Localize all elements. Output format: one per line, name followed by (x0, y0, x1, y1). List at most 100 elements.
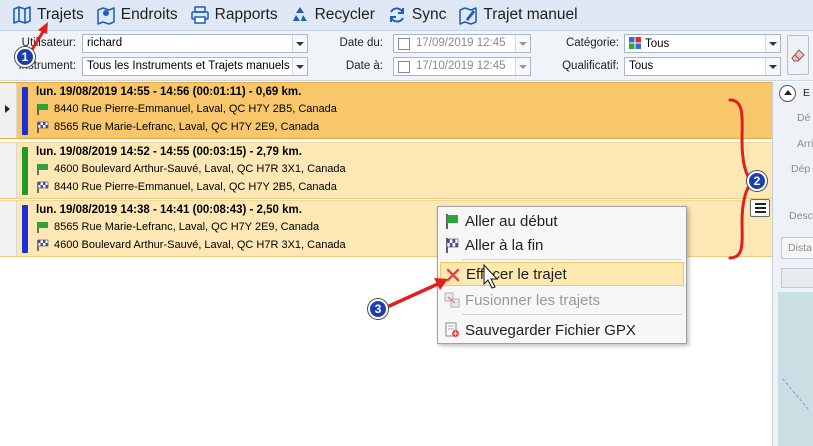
trajet-manuel-button[interactable]: Trajet manuel (456, 2, 583, 28)
menu-item-label: Sauvegarder Fichier GPX (465, 321, 636, 339)
trip-header: lun. 19/08/2019 14:52 - 14:55 (00:03:15)… (36, 146, 302, 158)
user-select-value: richard (87, 37, 123, 49)
distance-field[interactable]: Dista (781, 237, 813, 259)
recycle-icon (290, 5, 310, 25)
menu-item-delete-trip[interactable]: Effacer le trajet (440, 262, 684, 286)
map-view[interactable] (778, 292, 813, 446)
menu-separator (462, 314, 682, 315)
date-to-field[interactable]: 17/10/2019 12:45 (393, 57, 531, 76)
user-label: Utilisateur: (21, 37, 76, 49)
filter-panel: Utilisateur: richard Instrument: Tous le… (0, 31, 813, 81)
delete-icon (446, 268, 460, 282)
end-address-text: 4600 Boulevard Arthur-Sauvé, Laval, QC H… (54, 239, 346, 251)
annotation-badge-1: 1 (15, 47, 35, 67)
date-from-value: 17/09/2019 12:45 (416, 37, 506, 49)
chevron-down-icon[interactable] (515, 35, 530, 52)
chevron-down-icon[interactable] (765, 35, 780, 52)
detail-departure-group-label: Dép (791, 163, 811, 175)
qualifier-label: Qualificatif: (562, 60, 619, 72)
trip-menu-button[interactable] (750, 199, 770, 217)
date-from-label: Date du: (339, 37, 383, 49)
row-selector[interactable] (0, 83, 17, 138)
date-to-value: 17/10/2019 12:45 (416, 60, 506, 72)
date-from-checkbox[interactable] (398, 38, 410, 50)
main-toolbar: Trajets Endroits Rapports Recycler Sync (0, 0, 813, 31)
recycler-button[interactable]: Recycler (288, 2, 381, 28)
trip-header: lun. 19/08/2019 14:55 - 14:56 (00:01:11)… (36, 86, 302, 98)
sync-label: Sync (411, 6, 447, 23)
trajets-button[interactable]: Trajets (10, 2, 90, 28)
annotation-badge-2: 2 (747, 171, 767, 191)
chevron-down-icon[interactable] (765, 58, 780, 75)
trip-color-bar (22, 87, 28, 135)
trip-end-address: 4600 Boulevard Arthur-Sauvé, Laval, QC H… (36, 239, 346, 251)
finish-flag-icon (37, 239, 49, 251)
start-flag-icon (37, 222, 48, 233)
start-flag-icon (37, 164, 48, 175)
qualifier-select[interactable]: Tous (624, 57, 781, 76)
clear-filters-button[interactable] (787, 35, 809, 75)
trip-start-address: 8565 Rue Marie-Lefranc, Laval, QC H7Y 2E… (36, 221, 319, 233)
menu-item-merge-trips[interactable]: Fusionner les trajets (440, 288, 684, 312)
trip-color-bar (22, 147, 28, 195)
trip-color-bar (22, 205, 28, 253)
save-gpx-icon (445, 322, 459, 337)
end-address-text: 8565 Rue Marie-Lefranc, Laval, QC H7Y 2E… (54, 121, 320, 133)
chevron-down-icon[interactable] (515, 58, 530, 75)
detail-departure-label: Dé (797, 112, 811, 124)
trip-start-address: 4600 Boulevard Arthur-Sauvé, Laval, QC H… (36, 163, 346, 175)
trip-detail-panel: E Dé Arri Dép Desc Dista (772, 82, 813, 446)
detail-header-label: E (803, 87, 811, 99)
sync-icon (387, 5, 407, 25)
trip-end-address: 8440 Rue Pierre-Emmanuel, Laval, QC H7Y … (36, 181, 337, 193)
trip-row[interactable]: lun. 19/08/2019 14:52 - 14:55 (00:03:15)… (0, 142, 772, 199)
rapports-button[interactable]: Rapports (188, 2, 284, 28)
menu-item-save-gpx[interactable]: Sauvegarder Fichier GPX (440, 318, 684, 342)
category-label: Catégorie: (565, 37, 619, 49)
endroits-button[interactable]: Endroits (94, 2, 184, 28)
trajet-manuel-label: Trajet manuel (483, 6, 578, 23)
rapports-label: Rapports (214, 6, 278, 23)
map-pin-icon (96, 5, 116, 25)
recycler-label: Recycler (314, 6, 375, 23)
sync-button[interactable]: Sync (385, 2, 452, 28)
category-grid-icon (629, 37, 641, 49)
finish-flag-icon (37, 121, 49, 133)
collapse-up-icon[interactable] (779, 85, 796, 102)
start-address-text: 4600 Boulevard Arthur-Sauvé, Laval, QC H… (54, 163, 346, 175)
start-flag-icon (446, 214, 458, 229)
row-selector[interactable] (0, 143, 17, 198)
menu-item-go-end[interactable]: Aller à la fin (440, 233, 684, 257)
user-select[interactable]: richard (82, 34, 308, 53)
detail-button[interactable] (781, 268, 813, 288)
qualifier-select-value: Tous (629, 60, 654, 72)
printer-icon (190, 5, 210, 25)
menu-item-label: Aller à la fin (465, 236, 544, 254)
instrument-select[interactable]: Tous les Instruments et Trajets manuels (82, 57, 308, 76)
menu-item-label: Fusionner les trajets (465, 291, 601, 309)
menu-separator (462, 259, 682, 260)
instrument-label: Instrument: (18, 60, 76, 72)
trip-context-menu: Aller au début Aller à la fin Effacer le… (437, 206, 687, 344)
date-to-label: Date à: (345, 60, 383, 72)
date-to-checkbox[interactable] (398, 61, 410, 73)
date-from-field[interactable]: 17/09/2019 12:45 (393, 34, 531, 53)
chevron-down-icon[interactable] (292, 35, 307, 52)
trip-row[interactable]: lun. 19/08/2019 14:55 - 14:56 (00:01:11)… (0, 82, 772, 139)
menu-item-label: Aller au début (465, 212, 558, 230)
annotation-arrow-3 (386, 281, 441, 309)
manual-trip-icon (458, 5, 478, 25)
chevron-down-icon[interactable] (292, 58, 307, 75)
trajets-label: Trajets (37, 6, 84, 23)
finish-flag-icon (37, 181, 49, 193)
detail-arrival-label: Arri (797, 138, 813, 150)
eraser-icon (791, 49, 805, 62)
row-selector[interactable] (0, 201, 17, 256)
trip-start-address: 8440 Rue Pierre-Emmanuel, Laval, QC H7Y … (36, 103, 337, 115)
end-address-text: 8440 Rue Pierre-Emmanuel, Laval, QC H7Y … (54, 181, 337, 193)
menu-item-go-start[interactable]: Aller au début (440, 209, 684, 233)
category-select-value: Tous (645, 38, 670, 50)
category-select[interactable]: Tous (624, 34, 781, 53)
merge-icon (444, 292, 460, 308)
trip-end-address: 8565 Rue Marie-Lefranc, Laval, QC H7Y 2E… (36, 121, 319, 133)
